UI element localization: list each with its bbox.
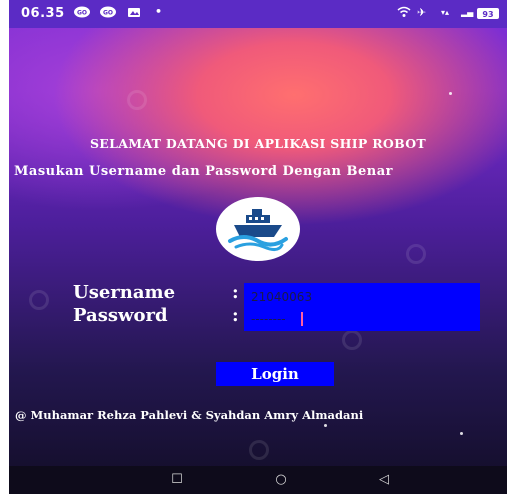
watermark-circle	[406, 244, 426, 264]
watermark-circle	[249, 440, 269, 460]
airplane-icon: ✈	[417, 6, 427, 19]
username-colon: :	[232, 282, 239, 303]
svg-text:GO: GO	[103, 10, 113, 17]
home-icon[interactable]: ○	[271, 473, 291, 487]
sparkle	[449, 92, 452, 95]
ship-icon	[228, 209, 288, 252]
battery-icon: 93	[477, 8, 499, 19]
username-label: Username	[73, 282, 176, 303]
login-button[interactable]: Login	[216, 362, 334, 386]
welcome-title: SELAMAT DATANG DI APLIKASI SHIP ROBOT	[89, 136, 427, 151]
ship-logo	[216, 197, 300, 261]
sparkle	[324, 424, 327, 427]
status-time: 06.35	[21, 6, 65, 21]
chat-bubble-icon: GO	[73, 6, 91, 22]
password-colon: :	[232, 305, 239, 326]
password-label: Password	[73, 305, 168, 326]
username-input[interactable]	[247, 287, 477, 307]
signal-icon: ▂▄	[461, 8, 474, 17]
dot-icon: •	[155, 5, 163, 18]
text-caret	[301, 312, 303, 326]
data-speed-icon: ▾▴	[441, 8, 450, 17]
chat-bubble-icon: GO	[99, 6, 117, 22]
welcome-subtitle: Masukan Username dan Password Dengan Ben…	[14, 164, 393, 179]
svg-text:GO: GO	[77, 10, 87, 17]
back-icon[interactable]: ◁	[374, 473, 394, 487]
sparkle	[460, 432, 463, 435]
app-screen: 06.35 GO GO • ✈ ▾▴ ▂▄ 93 SELAMAT DATANG …	[9, 0, 507, 494]
status-bar: 06.35 GO GO • ✈ ▾▴ ▂▄ 93	[9, 0, 507, 28]
nav-bar: ☐ ○ ◁	[9, 466, 507, 494]
image-icon	[127, 6, 141, 21]
password-input[interactable]	[247, 309, 477, 329]
watermark-circle	[29, 290, 49, 310]
watermark-circle	[342, 330, 362, 350]
watermark-circle	[127, 90, 147, 110]
recent-apps-icon[interactable]: ☐	[167, 473, 187, 487]
credits-text: @ Muhamar Rehza Pahlevi & Syahdan Amry A…	[15, 408, 364, 422]
wifi-icon	[397, 6, 411, 21]
